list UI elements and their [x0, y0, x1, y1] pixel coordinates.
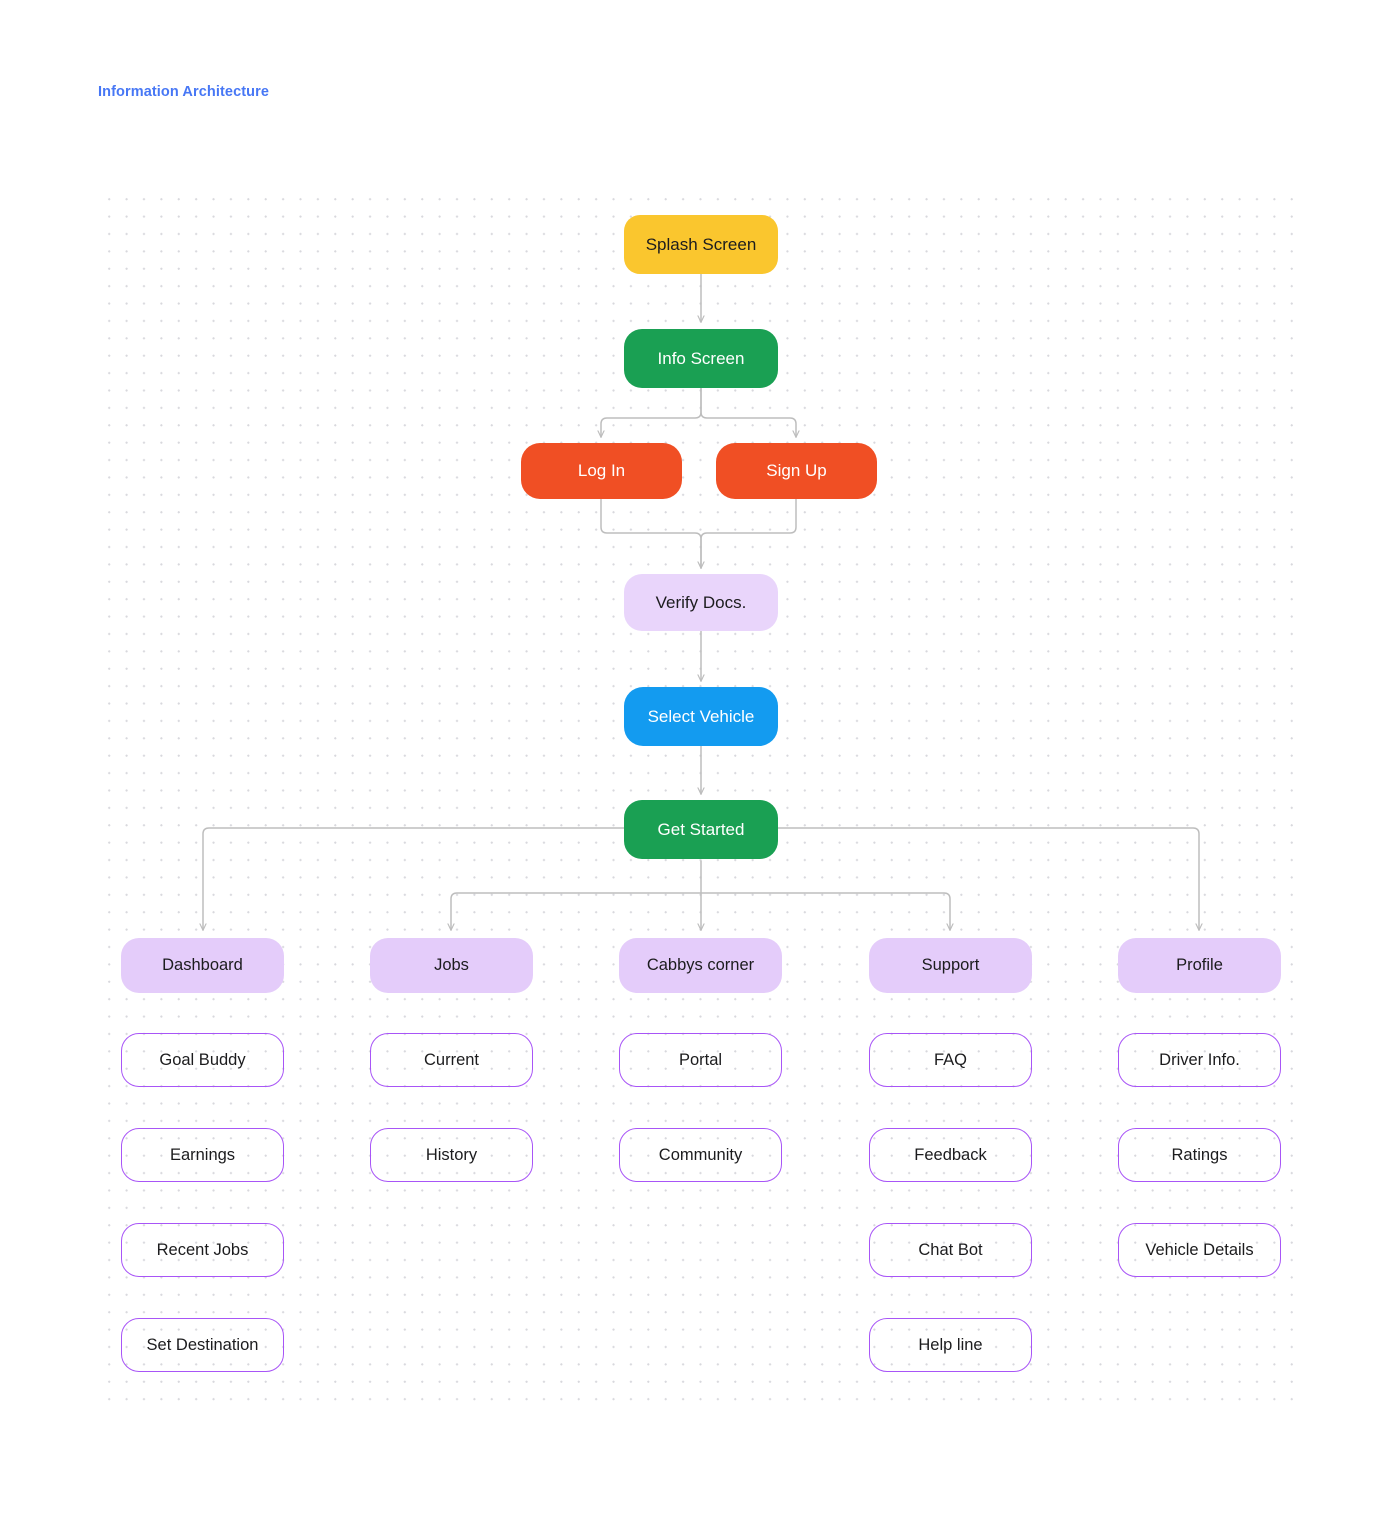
node-label: Goal Buddy: [159, 1050, 246, 1069]
node-leaf-history[interactable]: History: [370, 1128, 533, 1182]
node-get-started[interactable]: Get Started: [624, 800, 778, 859]
node-select-vehicle[interactable]: Select Vehicle: [624, 687, 778, 746]
node-category-cabbys-corner[interactable]: Cabbys corner: [619, 938, 782, 993]
node-label: Support: [921, 956, 980, 975]
node-category-profile[interactable]: Profile: [1118, 938, 1281, 993]
node-leaf-driver-info[interactable]: Driver Info.: [1118, 1033, 1281, 1087]
node-label: Jobs: [434, 956, 469, 975]
node-label: Vehicle Details: [1145, 1240, 1254, 1259]
node-label: Info Screen: [657, 348, 745, 368]
node-leaf-help-line[interactable]: Help line: [869, 1318, 1032, 1372]
node-leaf-current[interactable]: Current: [370, 1033, 533, 1087]
node-label: Chat Bot: [918, 1240, 983, 1259]
node-category-support[interactable]: Support: [869, 938, 1032, 993]
node-label: Select Vehicle: [647, 706, 755, 726]
node-label: Feedback: [914, 1145, 987, 1164]
node-label: Splash Screen: [645, 234, 757, 254]
node-leaf-portal[interactable]: Portal: [619, 1033, 782, 1087]
node-splash-screen[interactable]: Splash Screen: [624, 215, 778, 274]
node-label: Ratings: [1171, 1145, 1228, 1164]
node-label: Community: [658, 1145, 743, 1164]
node-label: Dashboard: [162, 956, 243, 975]
node-leaf-goal-buddy[interactable]: Goal Buddy: [121, 1033, 284, 1087]
node-leaf-faq[interactable]: FAQ: [869, 1033, 1032, 1087]
node-info-screen[interactable]: Info Screen: [624, 329, 778, 388]
node-leaf-community[interactable]: Community: [619, 1128, 782, 1182]
node-leaf-ratings[interactable]: Ratings: [1118, 1128, 1281, 1182]
node-label: Sign Up: [766, 461, 827, 481]
node-leaf-recent-jobs[interactable]: Recent Jobs: [121, 1223, 284, 1277]
node-log-in[interactable]: Log In: [521, 443, 682, 499]
node-verify-docs[interactable]: Verify Docs.: [624, 574, 778, 631]
node-leaf-set-destination[interactable]: Set Destination: [121, 1318, 284, 1372]
page-title: Information Architecture: [98, 84, 270, 100]
node-leaf-earnings[interactable]: Earnings: [121, 1128, 284, 1182]
node-label: Set Destination: [146, 1335, 259, 1354]
node-label: Help line: [918, 1335, 983, 1354]
node-leaf-chat-bot[interactable]: Chat Bot: [869, 1223, 1032, 1277]
node-label: Current: [423, 1050, 480, 1069]
node-label: Recent Jobs: [156, 1240, 249, 1259]
node-sign-up[interactable]: Sign Up: [716, 443, 877, 499]
node-label: Cabbys corner: [646, 956, 755, 975]
node-category-jobs[interactable]: Jobs: [370, 938, 533, 993]
node-leaf-feedback[interactable]: Feedback: [869, 1128, 1032, 1182]
node-leaf-vehicle-details[interactable]: Vehicle Details: [1118, 1223, 1281, 1277]
node-category-dashboard[interactable]: Dashboard: [121, 938, 284, 993]
node-label: Earnings: [169, 1145, 236, 1164]
node-label: Log In: [577, 461, 626, 481]
node-label: FAQ: [933, 1050, 967, 1069]
node-label: Profile: [1176, 956, 1223, 975]
node-label: Verify Docs.: [655, 592, 747, 612]
node-label: History: [425, 1145, 478, 1164]
node-label: Portal: [678, 1050, 723, 1069]
node-label: Driver Info.: [1159, 1050, 1240, 1069]
node-label: Get Started: [657, 819, 745, 839]
